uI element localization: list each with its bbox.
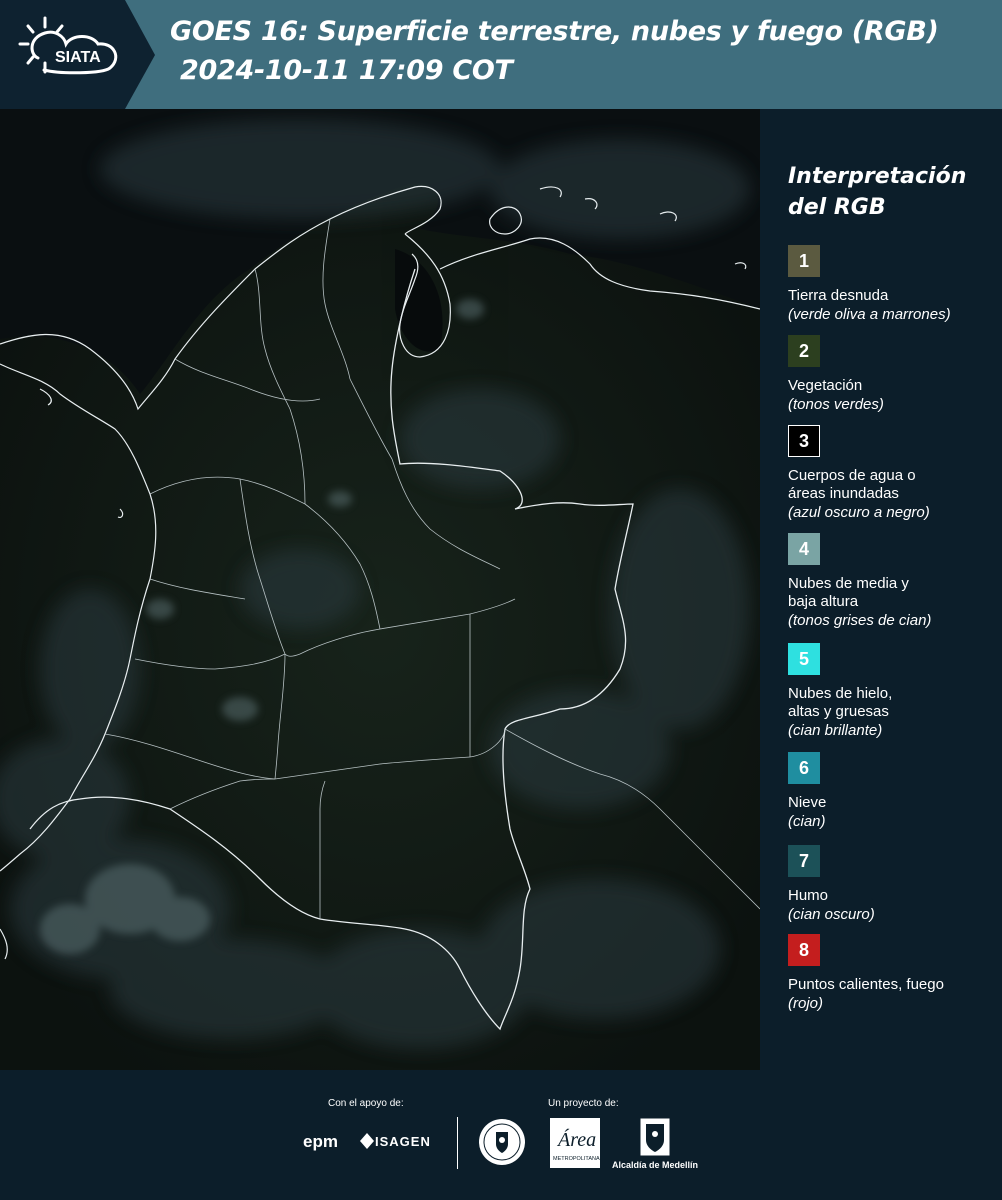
legend-desc-2: (tonos verdes) — [788, 396, 884, 413]
alcaldia-shield-icon — [640, 1118, 670, 1156]
support-label: Con el apoyo de: — [328, 1098, 404, 1109]
footer: Con el apoyo de: Un proyecto de: epm ISA… — [0, 1070, 1002, 1200]
legend-swatch-5: 5 — [788, 643, 820, 675]
isagen-icon — [360, 1133, 374, 1149]
legend-swatch-7: 7 — [788, 845, 820, 877]
legend-desc-6: (cian) — [788, 813, 826, 830]
legend-label-1: Tierra desnuda — [788, 287, 889, 304]
svg-text:Área: Área — [556, 1128, 596, 1151]
page-title: GOES 16: Superficie terrestre, nubes y f… — [170, 16, 939, 47]
legend-label-2: Vegetación — [788, 377, 863, 394]
legend-title: Interpretación del RGB — [788, 164, 967, 220]
siata-logo-text: SIATA — [55, 49, 101, 66]
satellite-map[interactable] — [0, 109, 760, 1070]
legend-desc-5: (cian brillante) — [788, 722, 883, 739]
area-metropolitana-logo: Área METROPOLITANA — [550, 1118, 600, 1168]
epm-logo: epm — [303, 1132, 338, 1151]
footer-divider — [457, 1117, 458, 1169]
legend-item-7: 7 Humo (cian oscuro) — [788, 845, 998, 924]
legend-item-5: 5 Nubes de hielo, altas y gruesas (cian … — [788, 643, 998, 740]
legend-label-4: Nubes de media y baja altura — [788, 575, 909, 610]
legend-desc-3: (azul oscuro a negro) — [788, 504, 930, 521]
legend-item-8: 8 Puntos calientes, fuego (rojo) — [788, 934, 998, 1013]
legend-item-1: 1 Tierra desnuda (verde oliva a marrones… — [788, 245, 998, 324]
legend-item-4: 4 Nubes de media y baja altura (tonos gr… — [788, 533, 998, 630]
legend-item-6: 6 Nieve (cian) — [788, 752, 998, 831]
legend-label-7: Humo — [788, 887, 829, 904]
legend-swatch-1: 1 — [788, 245, 820, 277]
project-label: Un proyecto de: — [548, 1098, 619, 1109]
legend-swatch-4: 4 — [788, 533, 820, 565]
legend-label-3: Cuerpos de agua o áreas inundadas — [788, 467, 916, 502]
legend-swatch-2: 2 — [788, 335, 820, 367]
legend-swatch-3: 3 — [788, 425, 820, 457]
svg-text:METROPOLITANA: METROPOLITANA — [553, 1156, 600, 1162]
legend-desc-7: (cian oscuro) — [788, 906, 875, 923]
legend-desc-1: (verde oliva a marrones) — [788, 306, 951, 323]
legend-swatch-8: 8 — [788, 934, 820, 966]
legend-item-2: 2 Vegetación (tonos verdes) — [788, 335, 998, 414]
alcaldia-label: Alcaldía de Medellín — [612, 1160, 699, 1170]
legend-label-8: Puntos calientes, fuego — [788, 976, 944, 993]
page-timestamp: 2024-10-11 17:09 COT — [180, 55, 513, 86]
legend-label-5: Nubes de hielo, altas y gruesas — [788, 685, 893, 720]
legend-label-6: Nieve — [788, 794, 827, 811]
legend-swatch-6: 6 — [788, 752, 820, 784]
siata-logo-panel: SIATA — [0, 0, 155, 109]
isagen-logo: ISAGEN — [375, 1134, 431, 1149]
medellin-seal-icon — [479, 1119, 525, 1165]
header: SIATA GOES 16: Superficie terrestre, nub… — [0, 0, 1002, 109]
legend-item-3: 3 Cuerpos de agua o áreas inundadas (azu… — [788, 425, 998, 522]
legend-panel: Interpretación del RGB 1 Tierra desnuda … — [760, 109, 1002, 1070]
legend-desc-8: (rojo) — [788, 995, 824, 1012]
legend-desc-4: (tonos grises de cian) — [788, 612, 932, 629]
